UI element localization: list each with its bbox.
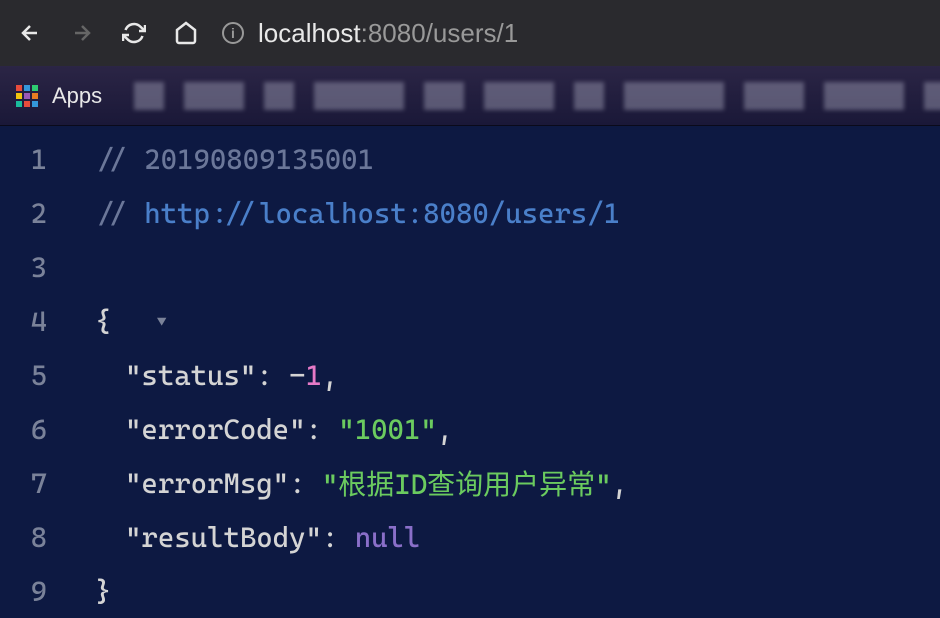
nav-controls	[18, 21, 198, 45]
url-host: localhost	[258, 18, 361, 48]
line-number: 3	[0, 240, 55, 294]
code-line: // 20190809135001	[95, 132, 940, 186]
comment-slashes: //	[95, 197, 144, 230]
line-number: 6	[0, 402, 55, 456]
bookmarks-bar: Apps	[0, 66, 940, 126]
browser-toolbar: i localhost:8080/users/1	[0, 0, 940, 66]
code-line: "errorMsg": "根据ID查询用户异常",	[95, 456, 940, 510]
colon: :	[289, 467, 322, 500]
json-viewer: 1 2 3 4 5 6 7 8 9 // 20190809135001 // h…	[0, 126, 940, 618]
line-number: 7	[0, 456, 55, 510]
forward-icon[interactable]	[70, 21, 94, 45]
code-line: ▼{	[95, 294, 940, 348]
url-path: :8080/users/1	[361, 18, 519, 48]
comma: ,	[612, 467, 628, 500]
code-line-empty	[95, 240, 940, 294]
json-key: "resultBody"	[125, 521, 322, 554]
code-line: "status": -1,	[95, 348, 940, 402]
bookmarks-blurred	[134, 78, 940, 114]
neg-sign: -	[289, 359, 305, 392]
brace-close: }	[95, 575, 111, 608]
comment-timestamp: 20190809135001	[144, 143, 374, 176]
colon: :	[322, 521, 355, 554]
colon: :	[305, 413, 338, 446]
code-content: // 20190809135001 // http://localhost:80…	[55, 126, 940, 618]
address-bar[interactable]: i localhost:8080/users/1	[222, 18, 922, 49]
line-number: 5	[0, 348, 55, 402]
line-number: 8	[0, 510, 55, 564]
comma: ,	[437, 413, 453, 446]
apps-label[interactable]: Apps	[52, 83, 102, 109]
url-display: localhost:8080/users/1	[258, 18, 518, 49]
json-string: "根据ID查询用户异常"	[322, 463, 612, 503]
code-line: // http://localhost:8080/users/1	[95, 186, 940, 240]
code-line: }	[95, 564, 940, 618]
comment-slashes: //	[95, 143, 144, 176]
json-key: "status"	[125, 359, 256, 392]
comment-url: http://localhost:8080/users/1	[144, 197, 620, 230]
json-key: "errorCode"	[125, 413, 305, 446]
back-icon[interactable]	[18, 21, 42, 45]
json-string: "1001"	[338, 413, 436, 446]
reload-icon[interactable]	[122, 21, 146, 45]
line-number: 4	[0, 294, 55, 348]
line-number: 9	[0, 564, 55, 618]
code-line: "resultBody": null	[95, 510, 940, 564]
brace-open: {	[95, 305, 111, 338]
site-info-icon[interactable]: i	[222, 22, 244, 44]
line-number: 2	[0, 186, 55, 240]
line-number: 1	[0, 132, 55, 186]
code-line: "errorCode": "1001",	[95, 402, 940, 456]
json-null: null	[355, 521, 421, 554]
home-icon[interactable]	[174, 21, 198, 45]
comma: ,	[322, 359, 338, 392]
json-key: "errorMsg"	[125, 467, 289, 500]
line-gutter: 1 2 3 4 5 6 7 8 9	[0, 126, 55, 618]
apps-icon[interactable]	[16, 85, 38, 107]
colon: :	[256, 359, 289, 392]
json-number: 1	[305, 359, 321, 392]
fold-icon[interactable]: ▼	[157, 312, 166, 331]
